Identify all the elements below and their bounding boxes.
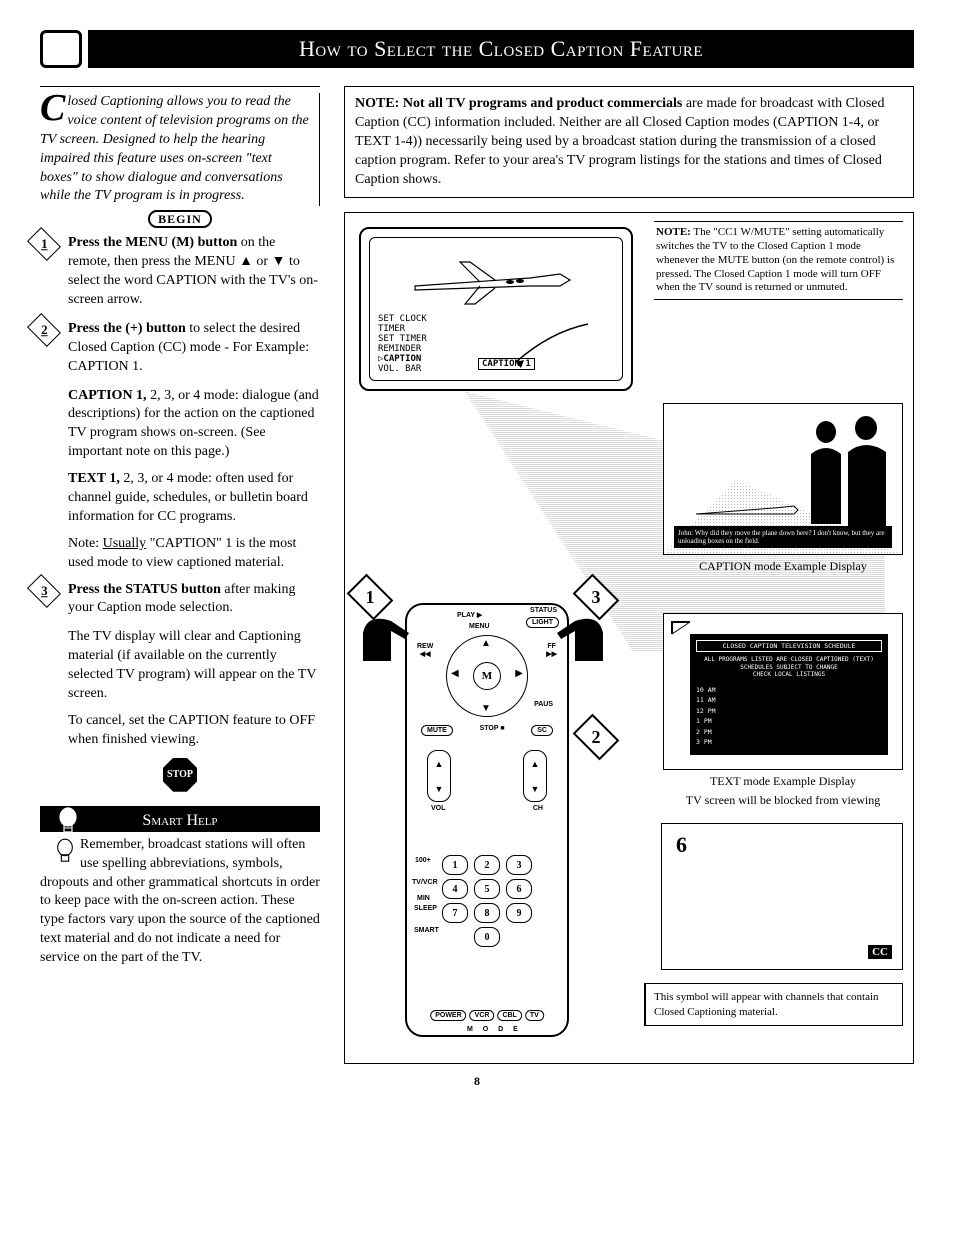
step-3: 3 Press the STATUS button after making y… [40,581,320,619]
remote-control: PLAY ▶ STATUS LIGHT REW◀◀ FF▶▶ MENU M ▲ … [405,603,569,1037]
smart-help-body: Remember, broadcast stations will often … [40,832,320,968]
channel-display: 6 CC [661,823,903,970]
cc-symbol-note: This symbol will appear with channels th… [644,983,903,1026]
tv-menu-illustration: SET CLOCK TIMER SET TIMER REMINDER ▷CAPT… [359,227,633,391]
dropcap: C [40,93,67,123]
note-cc1-wmute: NOTE: The "CC1 W/MUTE" setting automatic… [654,221,903,300]
step-2-icon: 2 [27,313,61,347]
step-3-p2: The TV display will clear and Captioning… [68,628,320,704]
channel-number: 6 [676,832,687,858]
sc-button[interactable]: SC [531,725,553,736]
text-mode-desc: TEXT 1, 2, 3, or 4 mode: often used for … [68,470,320,527]
illustration-column: NOTE: Not all TV programs and product co… [344,86,914,1064]
text-panel: CLOSED CAPTION TELEVISION SCHEDULE ALL P… [690,634,888,755]
diagram-area: SET CLOCK TIMER SET TIMER REMINDER ▷CAPT… [344,212,914,1064]
people-icon [796,414,896,534]
caption-strip: John: Why did they move the plane down h… [674,526,892,549]
note-usually: Note: Usually "CAPTION" 1 is the most us… [68,535,320,573]
step-2: 2 Press the (+) button to select the des… [40,320,320,377]
stop-icon: STOP [163,758,197,792]
airplane-icon [410,256,580,306]
caption-example-label: CAPTION mode Example Display [663,559,903,574]
lightbulb-icon [56,807,80,837]
keypad[interactable]: 123 456 789 0 [442,855,532,947]
instruction-column: Closed Captioning allows you to read the… [40,86,320,1064]
step-1: 1 Press the MENU (M) button on the remot… [40,234,320,310]
text-example-label-2: TV screen will be blocked from viewing [663,793,903,808]
small-plane-icon [694,494,804,524]
cc-badge: CC [868,945,892,959]
arrow-icon [510,322,590,372]
section-marker [40,30,82,68]
corner-icon [670,620,692,636]
callout-2: 2 [573,714,620,761]
menu-button[interactable]: M [473,662,501,690]
nav-pad[interactable]: M ▲ ▼ ◀ ▶ [446,635,528,717]
step-3-icon: 3 [27,574,61,608]
osd-menu: SET CLOCK TIMER SET TIMER REMINDER ▷CAPT… [378,315,427,374]
caption-example: John: Why did they move the plane down h… [663,403,903,574]
caption-mode-desc: CAPTION 1, 2, 3, or 4 mode: dialogue (an… [68,387,320,463]
note-box-main: NOTE: Not all TV programs and product co… [344,86,914,198]
ch-rocker[interactable]: ▲▼ [523,750,547,802]
step-1-icon: 1 [27,227,61,261]
step-3-p3: To cancel, set the CAPTION feature to OF… [68,712,320,750]
text-example: CLOSED CAPTION TELEVISION SCHEDULE ALL P… [663,613,903,808]
begin-marker: BEGIN [40,212,320,228]
smart-help-header: Smart Help [40,809,320,832]
page-title: How to Select the Closed Caption Feature [88,30,914,68]
power-button[interactable]: POWER [430,1010,466,1021]
vol-rocker[interactable]: ▲▼ [427,750,451,802]
intro-paragraph: Closed Captioning allows you to read the… [40,93,320,206]
text-example-label-1: TEXT mode Example Display [663,774,903,789]
lightbulb-icon-small [54,838,76,866]
page-number: 8 [40,1074,914,1089]
mode-row[interactable]: POWER VCR CBL TV [430,1010,544,1021]
mute-button[interactable]: MUTE [421,725,453,736]
